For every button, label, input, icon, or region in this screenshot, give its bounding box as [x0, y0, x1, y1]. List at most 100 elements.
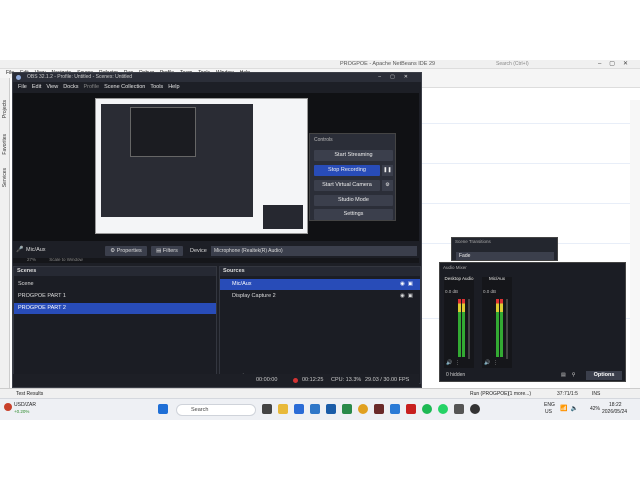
obs-menu-bar: File Edit View Docks Profile Scene Collection… — [13, 82, 421, 93]
obs-menu-docks[interactable]: Docks — [63, 84, 78, 90]
side-tab-favorites[interactable]: Favorites — [2, 134, 8, 155]
input-language[interactable]: ENG — [544, 402, 555, 408]
clock-date: 2026/05/24 — [602, 409, 628, 415]
channel-controls[interactable]: 🔊⋮ — [484, 360, 501, 366]
filters-button[interactable]: ▤ Filters — [151, 246, 183, 256]
battery-percent[interactable]: 42% — [590, 406, 600, 412]
stream-time: 00:00:00 — [256, 377, 278, 383]
side-tab-projects[interactable]: Projects — [2, 100, 8, 118]
record-icon — [293, 378, 298, 383]
device-label: Device — [190, 248, 207, 254]
task-view-icon[interactable] — [262, 404, 272, 414]
netbeans-toolbar — [422, 78, 640, 88]
obs-logo-icon — [16, 75, 21, 80]
pause-recording-button[interactable]: ❚❚ — [382, 165, 393, 176]
selected-source-name: Mic/Aux — [26, 247, 46, 253]
scene-item[interactable]: PROGPOE PART 1 — [14, 291, 216, 302]
app-icon[interactable] — [374, 404, 384, 414]
virtual-camera-settings-icon[interactable]: ⚙ — [382, 180, 393, 191]
netbeans-search-input[interactable]: Search (Ctrl+I) — [496, 61, 596, 68]
obs-menu-scene-collection[interactable]: Scene Collection — [104, 84, 145, 90]
mixer-footer: 0 hidden ▤⚲ Options — [440, 369, 625, 382]
obs-menu-profile[interactable]: Profile — [83, 84, 99, 90]
mixer-channel: Mic/Aux 0.0 dB 🔊⋮ — [482, 276, 512, 368]
obs-taskbar-icon[interactable] — [470, 404, 480, 414]
record-time: 00:12:25 — [302, 377, 324, 383]
store-icon[interactable] — [310, 404, 320, 414]
scene-transitions-dock: Scene Transitions Fade — [451, 237, 558, 261]
settings-button[interactable]: Settings — [314, 209, 393, 220]
scenes-header: Scenes — [14, 267, 216, 276]
volume-fader[interactable] — [506, 299, 508, 359]
start-streaming-button[interactable]: Start Streaming — [314, 150, 393, 161]
obs-menu-help[interactable]: Help — [168, 84, 179, 90]
gear-icon: ⚙ — [110, 248, 116, 254]
source-item[interactable]: Display Capture 2 ◉▣ — [220, 291, 420, 302]
wifi-sound-icons[interactable]: 📶🔈 — [560, 405, 581, 412]
controls-header: Controls — [314, 137, 333, 143]
source-item-selected[interactable]: Mic/Aux ◉▣ — [220, 279, 420, 290]
channel-name: Desktop Audio — [444, 276, 474, 281]
device-select[interactable]: Microphone (Realtek(R) Audio) — [211, 246, 417, 256]
netbeans-status-bar: Test Results Run (PROGPOE) (1 more...) 3… — [0, 388, 640, 398]
excel-icon[interactable] — [342, 404, 352, 414]
netbeans-window-controls[interactable]: –▢✕ — [598, 60, 636, 67]
chrome-icon[interactable] — [358, 404, 368, 414]
taskbar-search[interactable]: Search — [176, 404, 256, 416]
sources-dock: Sources Mic/Aux ◉▣ Display Capture 2 ◉▣ … — [219, 266, 421, 384]
sources-header: Sources — [220, 267, 420, 276]
volume-meter — [458, 299, 461, 357]
nested-mixer-preview — [263, 205, 303, 229]
volume-fader[interactable] — [468, 299, 470, 359]
studio-mode-button[interactable]: Studio Mode — [314, 195, 393, 206]
insert-mode: INS — [592, 391, 601, 397]
test-results-tab[interactable]: Test Results — [16, 391, 43, 397]
run-status[interactable]: Run (PROGPOE) — [470, 391, 509, 397]
mic-icon: 🎤 — [16, 247, 24, 253]
properties-button[interactable]: ⚙ Properties — [105, 246, 147, 256]
channel-name: Mic/Aux — [488, 276, 505, 281]
obs-menu-view[interactable]: View — [46, 84, 58, 90]
app-l-icon[interactable] — [406, 404, 416, 414]
hidden-count[interactable]: 0 hidden — [446, 369, 465, 382]
obs-menu-file[interactable]: File — [18, 84, 27, 90]
eye-lock-icons[interactable]: ◉▣ — [400, 291, 416, 302]
eye-lock-icons[interactable]: ◉▣ — [400, 279, 416, 290]
source-name: Mic/Aux — [232, 281, 252, 287]
channel-controls[interactable]: 🔊⋮ — [446, 360, 463, 366]
obs-window-controls[interactable]: –▢✕ — [378, 73, 417, 82]
mixer-options-button[interactable]: Options — [586, 371, 622, 380]
netbeans-taskbar-icon[interactable] — [454, 404, 464, 414]
spotify-icon[interactable] — [422, 404, 432, 414]
side-tab-services[interactable]: Services — [2, 168, 8, 187]
obs-menu-edit[interactable]: Edit — [32, 84, 41, 90]
source-name: Display Capture 2 — [232, 293, 276, 299]
netbeans-title: PROGPOE - Apache NetBeans IDE 29 — [340, 61, 436, 67]
more-tasks[interactable]: (1 more...) — [508, 391, 531, 397]
volume-meter — [500, 299, 503, 357]
clock-time[interactable]: 18:22 — [609, 402, 622, 408]
scenes-dock: Scenes Scene PROGPOE PART 1 PROGPOE PART… — [13, 266, 217, 384]
nested-obs-preview-inner — [130, 107, 196, 157]
windows-start-icon[interactable] — [158, 404, 168, 414]
fps: 29.03 / 30.00 FPS — [365, 377, 410, 383]
obs-menu-tools[interactable]: Tools — [150, 84, 163, 90]
stop-recording-button[interactable]: Stop Recording — [314, 165, 380, 176]
scene-item[interactable]: Scene — [14, 279, 216, 290]
transition-select[interactable]: Fade — [456, 252, 554, 260]
file-explorer-icon[interactable] — [278, 404, 288, 414]
settings-app-icon[interactable] — [390, 404, 400, 414]
obs-title-bar: OBS 32.1.2 - Profile: Untitled - Scenes:… — [13, 73, 421, 82]
currency-pair[interactable]: USD/ZAR — [14, 402, 36, 408]
start-virtual-camera-button[interactable]: Start Virtual Camera — [314, 180, 380, 191]
word-icon[interactable] — [326, 404, 336, 414]
currency-change: +0.20% — [14, 409, 30, 414]
scene-item-selected[interactable]: PROGPOE PART 2 — [14, 303, 216, 314]
edge-icon[interactable] — [294, 404, 304, 414]
cursor-position: 37:71/1:5 — [557, 391, 578, 397]
audio-mixer-dock: Audio Mixer Desktop Audio 0.0 dB 🔊⋮ Mic/… — [439, 262, 626, 382]
volume-meter — [462, 299, 465, 357]
channel-level: 0.0 dB — [445, 289, 459, 294]
mixer-layout-icons[interactable]: ▤⚲ — [561, 369, 581, 382]
whatsapp-icon[interactable] — [438, 404, 448, 414]
